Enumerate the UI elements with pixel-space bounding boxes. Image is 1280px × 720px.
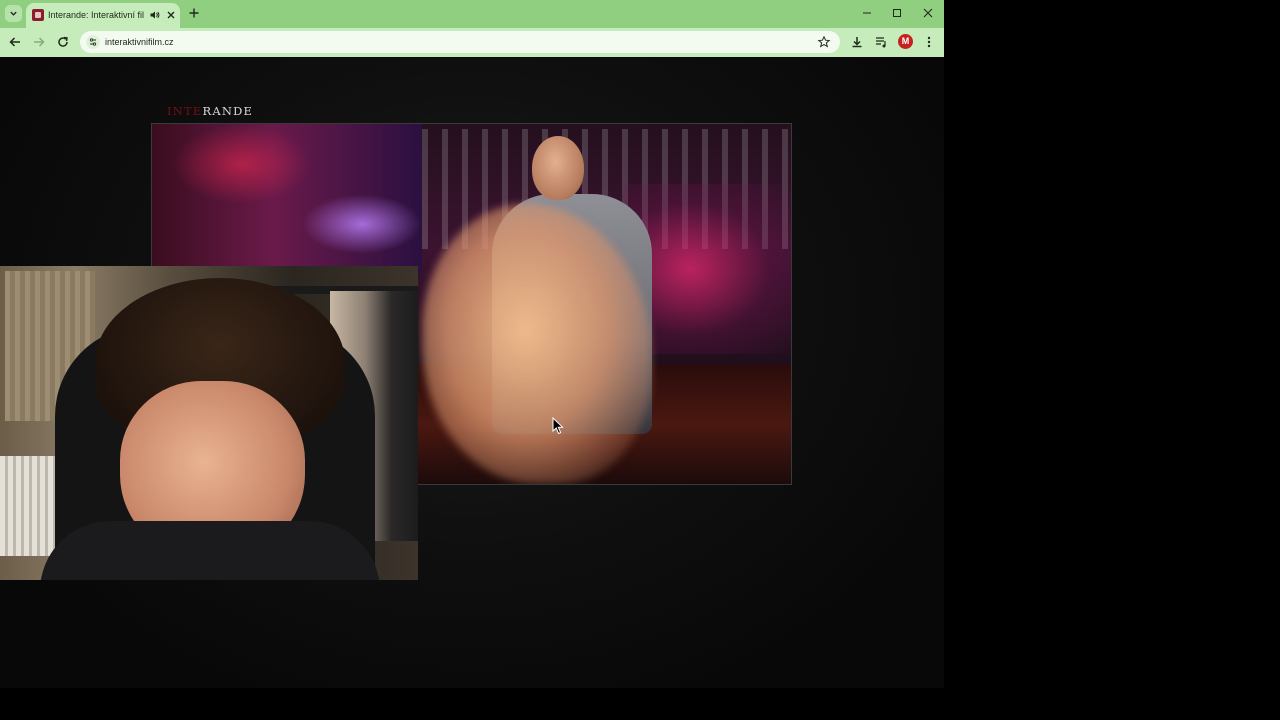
mouse-cursor-icon	[552, 417, 564, 435]
close-tab-icon[interactable]	[165, 9, 177, 21]
url-text[interactable]: interaktivnifilm.cz	[105, 35, 174, 49]
bookmark-star-icon[interactable]	[817, 35, 831, 49]
interande-favicon-icon	[32, 9, 44, 21]
address-bar[interactable]: interaktivnifilm.cz	[80, 31, 840, 53]
profile-avatar[interactable]: M	[898, 34, 913, 49]
site-settings-icon[interactable]	[86, 35, 100, 49]
forward-arrow-icon[interactable]	[32, 35, 46, 49]
tab-title: Interande: Interaktivní film	[48, 10, 144, 20]
tab-strip: Interande: Interaktivní film	[0, 0, 944, 28]
browser-toolbar: interaktivnifilm.cz M	[0, 28, 944, 57]
reload-icon[interactable]	[56, 35, 70, 49]
media-control-icon[interactable]	[874, 35, 888, 49]
streamer-shirt	[40, 521, 380, 580]
logo-main-text: RANDE	[202, 104, 254, 118]
bartender-head	[532, 136, 584, 200]
minimize-icon[interactable]	[860, 6, 874, 20]
new-tab-icon[interactable]	[187, 6, 201, 20]
logo-accent-text: INTE	[167, 104, 203, 118]
interande-logo[interactable]: INTERANDE	[167, 104, 253, 118]
speaker-icon[interactable]	[149, 9, 161, 21]
tab-search-button[interactable]	[5, 5, 22, 22]
download-icon[interactable]	[850, 35, 864, 49]
back-arrow-icon[interactable]	[8, 35, 22, 49]
purple-light	[302, 194, 422, 254]
close-window-icon[interactable]	[921, 6, 935, 20]
bottom-black-strip	[0, 688, 1280, 720]
chevron-down-icon	[10, 11, 17, 16]
kebab-menu-icon[interactable]	[922, 35, 936, 49]
active-tab[interactable]: Interande: Interaktivní film	[26, 3, 180, 28]
red-light	[172, 124, 312, 204]
webcam-overlay	[0, 266, 418, 580]
maximize-icon[interactable]	[890, 6, 904, 20]
